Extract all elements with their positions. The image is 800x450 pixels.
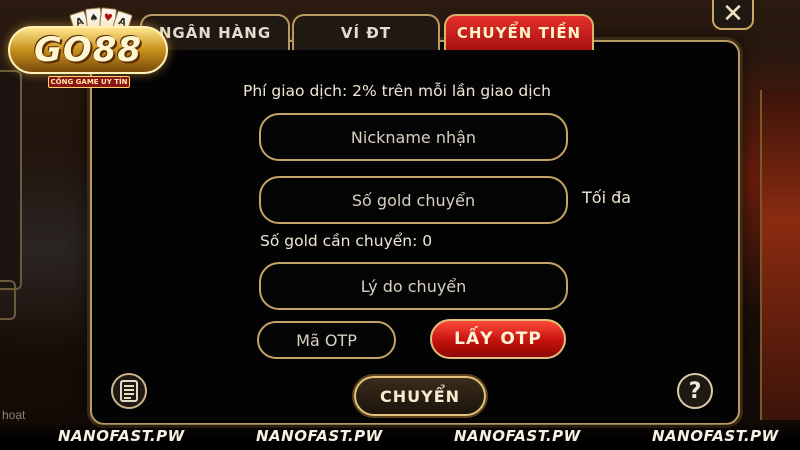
tab-transfer[interactable]: CHUYỂN TIỀN [444,14,594,50]
get-otp-button[interactable]: LẤY OTP [430,319,566,359]
tab-e-wallet[interactable]: VÍ ĐT [292,14,440,50]
reason-input[interactable] [261,264,566,308]
otp-field[interactable] [257,321,396,359]
close-icon: ✕ [722,0,744,29]
logo: A ♠ ♥ A GO88 CỔNG GAME UY TÍN [8,7,178,88]
watermark-text: NANOFAST.PW [652,427,779,445]
background-side-panel-small [0,280,16,320]
transfer-submit-button[interactable]: CHUYỂN [354,376,486,416]
background-side-text: hoạt [2,408,26,422]
fee-notice: Phí giao dịch: 2% trên mỗi lần giao dịch [243,82,551,100]
background-right-decor [760,90,800,420]
gold-needed-label: Số gold cần chuyển: 0 [260,232,433,250]
gold-amount-input[interactable] [261,178,566,222]
help-button[interactable]: ? [677,373,713,409]
max-button[interactable]: Tối đa [582,188,631,207]
logo-text: GO88 [33,30,143,70]
otp-input[interactable] [259,323,394,357]
watermark-text: NANOFAST.PW [256,427,383,445]
reason-field[interactable] [259,262,568,310]
logo-tagline: CỔNG GAME UY TÍN [48,76,130,88]
background-side-panel [0,70,22,290]
document-list-icon [120,380,138,402]
nickname-field[interactable] [259,113,568,161]
history-button[interactable] [111,373,147,409]
watermark-text: NANOFAST.PW [58,427,185,445]
help-icon: ? [688,378,702,404]
nickname-input[interactable] [261,115,566,159]
gold-amount-field[interactable] [259,176,568,224]
logo-badge: GO88 [8,26,168,74]
close-button[interactable]: ✕ [712,0,754,30]
watermark-text: NANOFAST.PW [454,427,581,445]
